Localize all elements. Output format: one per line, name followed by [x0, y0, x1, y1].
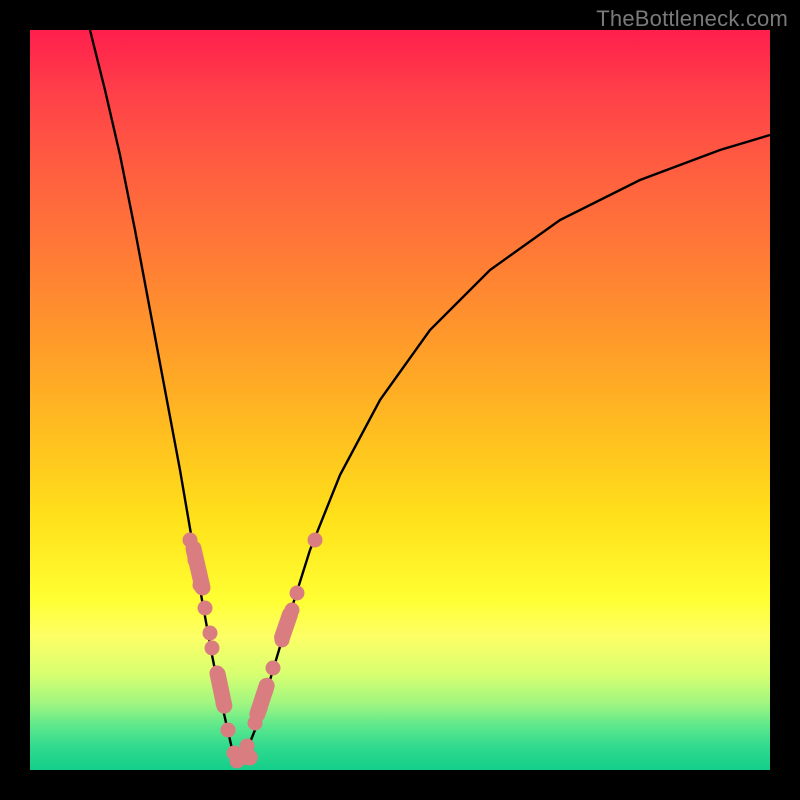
marker-dot — [203, 626, 218, 641]
marker-dot — [193, 578, 208, 593]
curve-layer — [30, 30, 770, 770]
marker-dot — [240, 739, 255, 754]
marker-dot — [275, 633, 290, 648]
marker-dot — [216, 696, 231, 711]
marker-dot — [290, 586, 305, 601]
marker-dot — [183, 533, 198, 548]
marker-dot — [230, 754, 245, 769]
marker-dot — [198, 601, 213, 616]
marker-dot — [308, 533, 323, 548]
marker-dot — [205, 641, 220, 656]
plot-frame — [30, 30, 770, 770]
marker-dot — [266, 661, 281, 676]
marker-dot — [221, 723, 236, 738]
marker-dot — [285, 603, 300, 618]
marker-dot — [253, 701, 268, 716]
bottleneck-curve — [90, 30, 770, 762]
marker-dot — [188, 553, 203, 568]
watermark-text: TheBottleneck.com — [596, 6, 788, 32]
marker-dot — [248, 716, 263, 731]
marker-pills-group — [184, 539, 300, 767]
marker-dot — [210, 666, 225, 681]
marker-dot — [259, 683, 274, 698]
